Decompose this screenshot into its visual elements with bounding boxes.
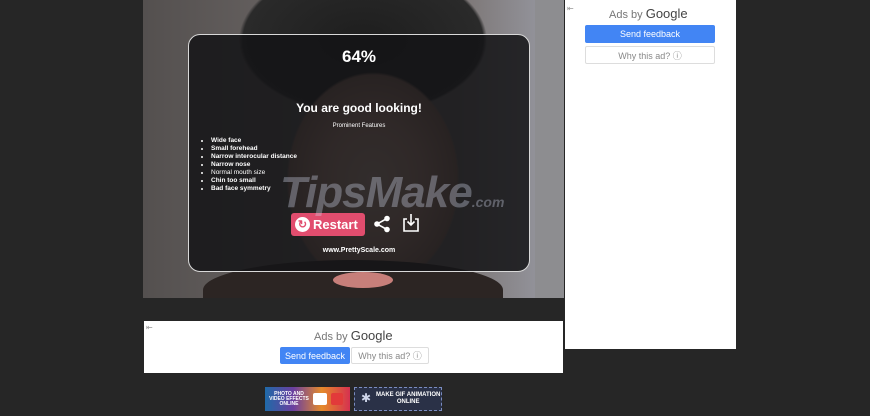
ads-by-label: Ads by Google (314, 328, 393, 343)
camera-icon (313, 393, 327, 405)
ads-by-label: Ads by Google (609, 6, 688, 21)
figure-icon: ✱ (361, 391, 372, 405)
video-icon (331, 393, 343, 405)
back-arrow-icon[interactable]: ⇤ (146, 323, 153, 332)
page: { "result": { "percent": "64%", "verdict… (0, 0, 870, 416)
back-arrow-icon[interactable]: ⇤ (567, 4, 574, 13)
watermark-logo: TipsMake.com (280, 168, 505, 217)
why-this-ad-button[interactable]: Why this ad? ⓘ (351, 347, 429, 364)
score-percent: 64% (341, 47, 377, 66)
site-url: www.PrettyScale.com (322, 247, 396, 254)
send-feedback-button[interactable]: Send feedback (280, 347, 350, 364)
verdict-text: You are good looking! (296, 101, 422, 115)
google-logo: Google (645, 6, 688, 21)
feature-item: Wide face (211, 137, 297, 145)
feature-item: Narrow interocular distance (211, 153, 297, 161)
photo-effects-banner[interactable]: PHOTO AND VIDEO EFFECTS ONLINE (265, 387, 350, 411)
restart-icon: ↻ (295, 217, 310, 232)
why-this-ad-button[interactable]: Why this ad? ⓘ (585, 46, 715, 64)
ad-panel-bottom: ⇤ Ads by Google Send feedback Why this a… (144, 321, 563, 373)
send-feedback-button[interactable]: Send feedback (585, 25, 715, 43)
restart-label: Restart (313, 217, 358, 232)
result-card: 64% You are good looking! Prominent Feat… (188, 34, 530, 272)
ad-panel-right: ⇤ Ads by Google Send feedback Why this a… (565, 0, 736, 349)
google-logo: Google (350, 328, 393, 343)
features-title: Prominent Features (332, 123, 386, 129)
feature-item: Small forehead (211, 145, 297, 153)
make-gif-banner[interactable]: ✱ MAKE GIF ANIMATION ONLINE (354, 387, 442, 411)
